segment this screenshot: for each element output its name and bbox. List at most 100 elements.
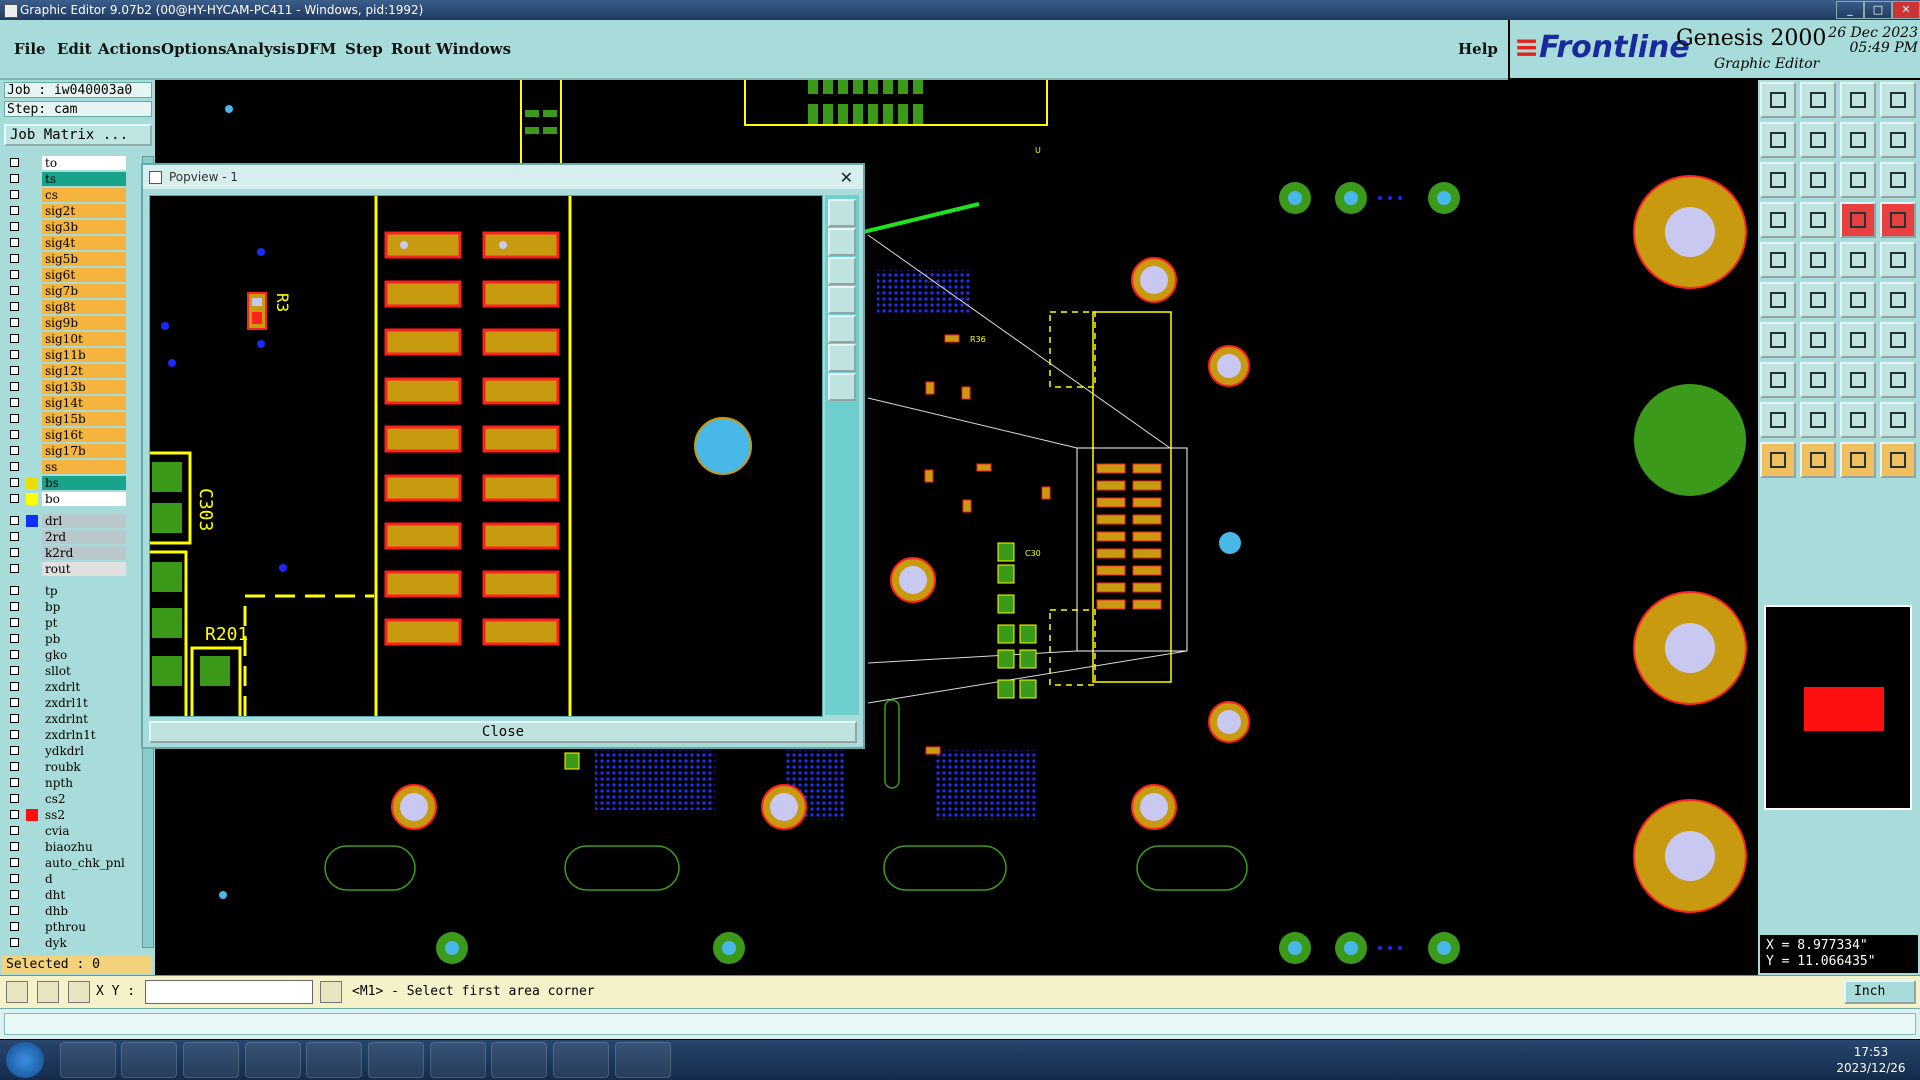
layer-row[interactable]: dhb [4,904,128,918]
layer-checkbox[interactable] [10,746,19,755]
rotate-button[interactable] [1840,322,1876,358]
zoom-fit-button[interactable] [1760,162,1796,198]
layer-row[interactable]: cvia [4,824,128,838]
layer-checkbox[interactable] [10,382,19,391]
stretch-button[interactable] [1840,362,1876,398]
minimize-button[interactable]: _ [1836,1,1864,19]
menu-step[interactable]: Step [345,40,383,58]
help-button[interactable] [1880,162,1916,198]
add-arc-button[interactable] [1800,322,1836,358]
home-view-button[interactable] [1840,82,1876,118]
layer-checkbox[interactable] [10,254,19,263]
select-edit-button[interactable] [1800,442,1836,478]
pv-fit-button[interactable] [828,344,856,372]
layer-row[interactable]: drl [4,514,128,528]
split-view-button[interactable] [1880,82,1916,118]
measure-button[interactable] [1760,202,1796,238]
menu-file[interactable]: File [14,40,46,58]
open-job-button[interactable] [1760,82,1796,118]
layer-row[interactable]: sig16t [4,428,128,442]
layer-row[interactable]: zxdrlt [4,680,128,694]
taskbar-clock[interactable]: 17:53 2023/12/26 [1826,1044,1916,1076]
layer-checkbox[interactable] [10,286,19,295]
layer-row[interactable]: sig9b [4,316,128,330]
copy-button[interactable] [1880,362,1916,398]
layer-checkbox[interactable] [10,222,19,231]
layer-checkbox[interactable] [10,238,19,247]
layer-row[interactable]: sig4t [4,236,128,250]
layer-checkbox[interactable] [10,564,19,573]
pv-pan-right-button[interactable] [828,315,856,343]
layer-row[interactable]: d [4,872,128,886]
zoom-home-button[interactable] [1800,162,1836,198]
select-box-button[interactable] [1880,242,1916,278]
taskbar-app-1[interactable] [60,1042,116,1078]
xy-input[interactable] [145,980,313,1004]
taskbar-app-8[interactable] [491,1042,547,1078]
menu-rout[interactable]: Rout [391,40,431,58]
layer-checkbox[interactable] [10,446,19,455]
menu-help[interactable]: Help [1458,40,1498,58]
layer-row[interactable]: pt [4,616,128,630]
link-a-button[interactable] [1840,282,1876,318]
layer-row[interactable]: pthrou [4,920,128,934]
layer-checkbox[interactable] [10,906,19,915]
layer-checkbox[interactable] [10,350,19,359]
layer-checkbox[interactable] [10,430,19,439]
taskbar-app-5[interactable] [306,1042,362,1078]
layer-row[interactable]: ss2 [4,808,128,822]
redraw-button[interactable] [1880,122,1916,158]
select-cursor-button[interactable] [1760,442,1796,478]
pv-zoom-in-button[interactable] [828,228,856,256]
layer-row[interactable]: gko [4,648,128,662]
layer-row[interactable]: zxdrln1t [4,728,128,742]
layer-row[interactable]: sig14t [4,396,128,410]
menu-windows[interactable]: Windows [436,40,511,58]
zoom-window-button[interactable] [1840,122,1876,158]
close-window-button[interactable]: ✕ [1892,1,1920,19]
line-tool-button[interactable] [1840,242,1876,278]
layer-row[interactable]: to [4,156,128,170]
layer-row[interactable]: k2rd [4,546,128,560]
pv-zoom-home-button[interactable] [828,199,856,227]
layer-checkbox[interactable] [10,714,19,723]
grid-button[interactable] [1800,202,1836,238]
layer-checkbox[interactable] [10,548,19,557]
layer-checkbox[interactable] [10,602,19,611]
layer-row[interactable]: rout [4,562,128,576]
command-line[interactable] [0,1008,1920,1039]
grid-icon[interactable] [68,981,90,1003]
snap-grid-button[interactable] [1840,202,1876,238]
move-button[interactable] [1760,362,1796,398]
pan-left-button[interactable] [1760,122,1796,158]
taskbar-app-6[interactable] [368,1042,424,1078]
pv-pan-left-button[interactable] [828,286,856,314]
layer-row[interactable]: sig2t [4,204,128,218]
pan-right-button[interactable] [1800,122,1836,158]
layer-row[interactable]: bp [4,600,128,614]
text-c-button[interactable] [1840,402,1876,438]
layer-row[interactable]: ts [4,172,128,186]
layer-checkbox[interactable] [10,794,19,803]
layer-checkbox[interactable] [10,698,19,707]
start-button[interactable] [6,1042,44,1078]
pv-center-button[interactable] [828,373,856,401]
layer-checkbox[interactable] [10,826,19,835]
layer-checkbox[interactable] [10,730,19,739]
select-net-button[interactable] [1880,442,1916,478]
layer-checkbox[interactable] [10,842,19,851]
layer-checkbox[interactable] [10,874,19,883]
layer-checkbox[interactable] [10,334,19,343]
pv-zoom-out-button[interactable] [828,257,856,285]
unit-selector[interactable]: Inch [1844,980,1916,1004]
layer-checkbox[interactable] [10,858,19,867]
layer-row[interactable]: sig13b [4,380,128,394]
layer-row[interactable]: sllot [4,664,128,678]
job-matrix-button[interactable]: Job Matrix ... [4,124,152,146]
layer-row[interactable]: tp [4,584,128,598]
feature-info-button[interactable] [1760,242,1796,278]
layer-row[interactable]: auto_chk_pnl [4,856,128,870]
popview-close-button[interactable]: Close [149,721,857,743]
cross-probe-button[interactable] [1800,282,1836,318]
layer-row[interactable]: sig10t [4,332,128,346]
